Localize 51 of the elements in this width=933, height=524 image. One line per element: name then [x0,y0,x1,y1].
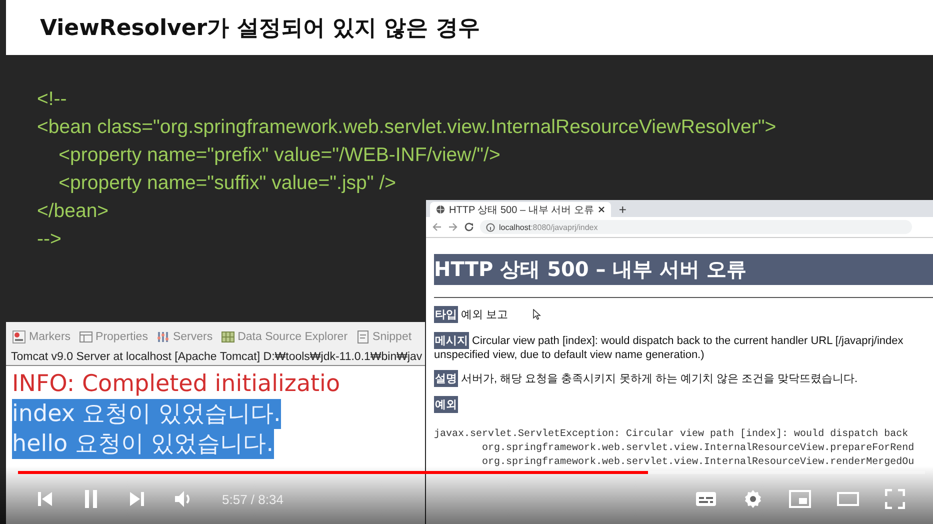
console-line: INFO: Completed initializatio [12,370,340,399]
forward-arrow-icon[interactable] [448,222,458,232]
address-bar[interactable]: localhost:8080/javaprj/index [480,220,912,234]
section-text: unspecified view, due to default view name generation.) [434,349,704,361]
back-arrow-icon[interactable] [432,222,442,232]
pause-icon[interactable] [82,489,100,509]
panel-tab[interactable]: Servers [156,328,213,346]
slider-icon [156,330,170,344]
section-label: 설명 [434,370,458,387]
url-text: localhost:8080/javaprj/index [499,222,598,232]
panel-tab[interactable]: Snippet [356,328,412,346]
new-tab-button[interactable]: + [618,202,626,217]
subtitles-icon[interactable] [695,491,717,507]
info-icon [486,222,495,232]
progress-track[interactable] [18,471,925,474]
code-line: <property name="prefix" value="/WEB-INF/view/"/> [58,143,500,168]
stack-trace-line: org.springframework.web.servlet.view.InternalResourceView.renderMergedOu [481,456,916,470]
section-label: 메시지 [434,332,469,349]
section-text: 예외 보고 [461,308,508,322]
section-text: Circular view path [index]: would dispatch back to the current handler URL [/javaprj/index [472,334,904,346]
reload-icon[interactable] [464,222,474,232]
time-display: 5:57 / 8:34 [222,492,284,506]
code-line: <bean class="org.springframework.web.servlet.view.InternalResourceViewResolver"> [37,115,776,140]
code-line: <!-- [37,87,67,112]
section-text: 서버가, 해당 요청을 충족시키지 못하게 하는 예기치 않은 조건을 맞닥뜨렸습니다. [461,372,858,386]
panel-tab[interactable]: Markers [12,328,71,346]
section-label: 타입 [434,306,458,323]
grid-icon [220,330,235,344]
next-icon[interactable] [128,490,146,508]
code-line: </bean> [37,199,109,224]
table-icon [78,330,93,344]
globe-icon [436,205,445,214]
slide-title: ViewResolver가 설정되어 있지 않은 경우 [40,14,480,42]
section-label: 예외 [434,396,458,413]
stack-trace-line: javax.servlet.ServletException: Circular view path [index]: would dispatch back [434,428,910,442]
settings-icon[interactable] [743,489,763,509]
panel-tab[interactable]: Properties [78,328,148,346]
code-line: <property name="suffix" value=".jsp" /> [58,171,396,196]
mouse-cursor-icon [533,309,542,320]
close-icon [598,206,605,213]
stack-trace-line: org.springframework.web.servlet.view.InternalResourceView.prepareForRend [481,442,916,456]
fullscreen-icon[interactable] [885,489,905,509]
error-heading: HTTP 상태 500 – 내부 서버 오류 [434,254,933,285]
previous-icon[interactable] [36,490,54,508]
browser-tab[interactable]: HTTP 상태 500 – 내부 서버 오류 [430,202,611,217]
panel-tab[interactable]: Data Source Explorer [220,328,348,346]
miniplayer-icon[interactable] [789,490,811,508]
code-line: --> [37,227,62,252]
document-icon [356,330,370,344]
markers-icon [12,330,26,344]
theater-mode-icon[interactable] [837,492,859,506]
